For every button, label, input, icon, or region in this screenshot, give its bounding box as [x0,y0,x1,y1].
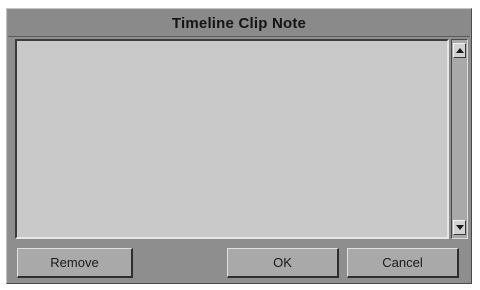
dialog-title: Timeline Clip Note [171,14,307,32]
timeline-clip-note-dialog: Timeline Clip Note Remove OK Cancel [6,8,472,284]
scroll-up-button[interactable] [453,43,466,58]
title-bar[interactable]: Timeline Clip Note [8,10,470,37]
note-scrollbar[interactable] [451,39,468,239]
remove-button[interactable]: Remove [17,248,133,278]
ok-button[interactable]: OK [227,248,339,278]
arrow-down-icon [455,225,464,230]
note-text-area[interactable] [15,39,449,239]
arrow-up-icon [455,48,464,53]
cancel-button[interactable]: Cancel [347,248,459,278]
scroll-down-button[interactable] [453,220,466,235]
